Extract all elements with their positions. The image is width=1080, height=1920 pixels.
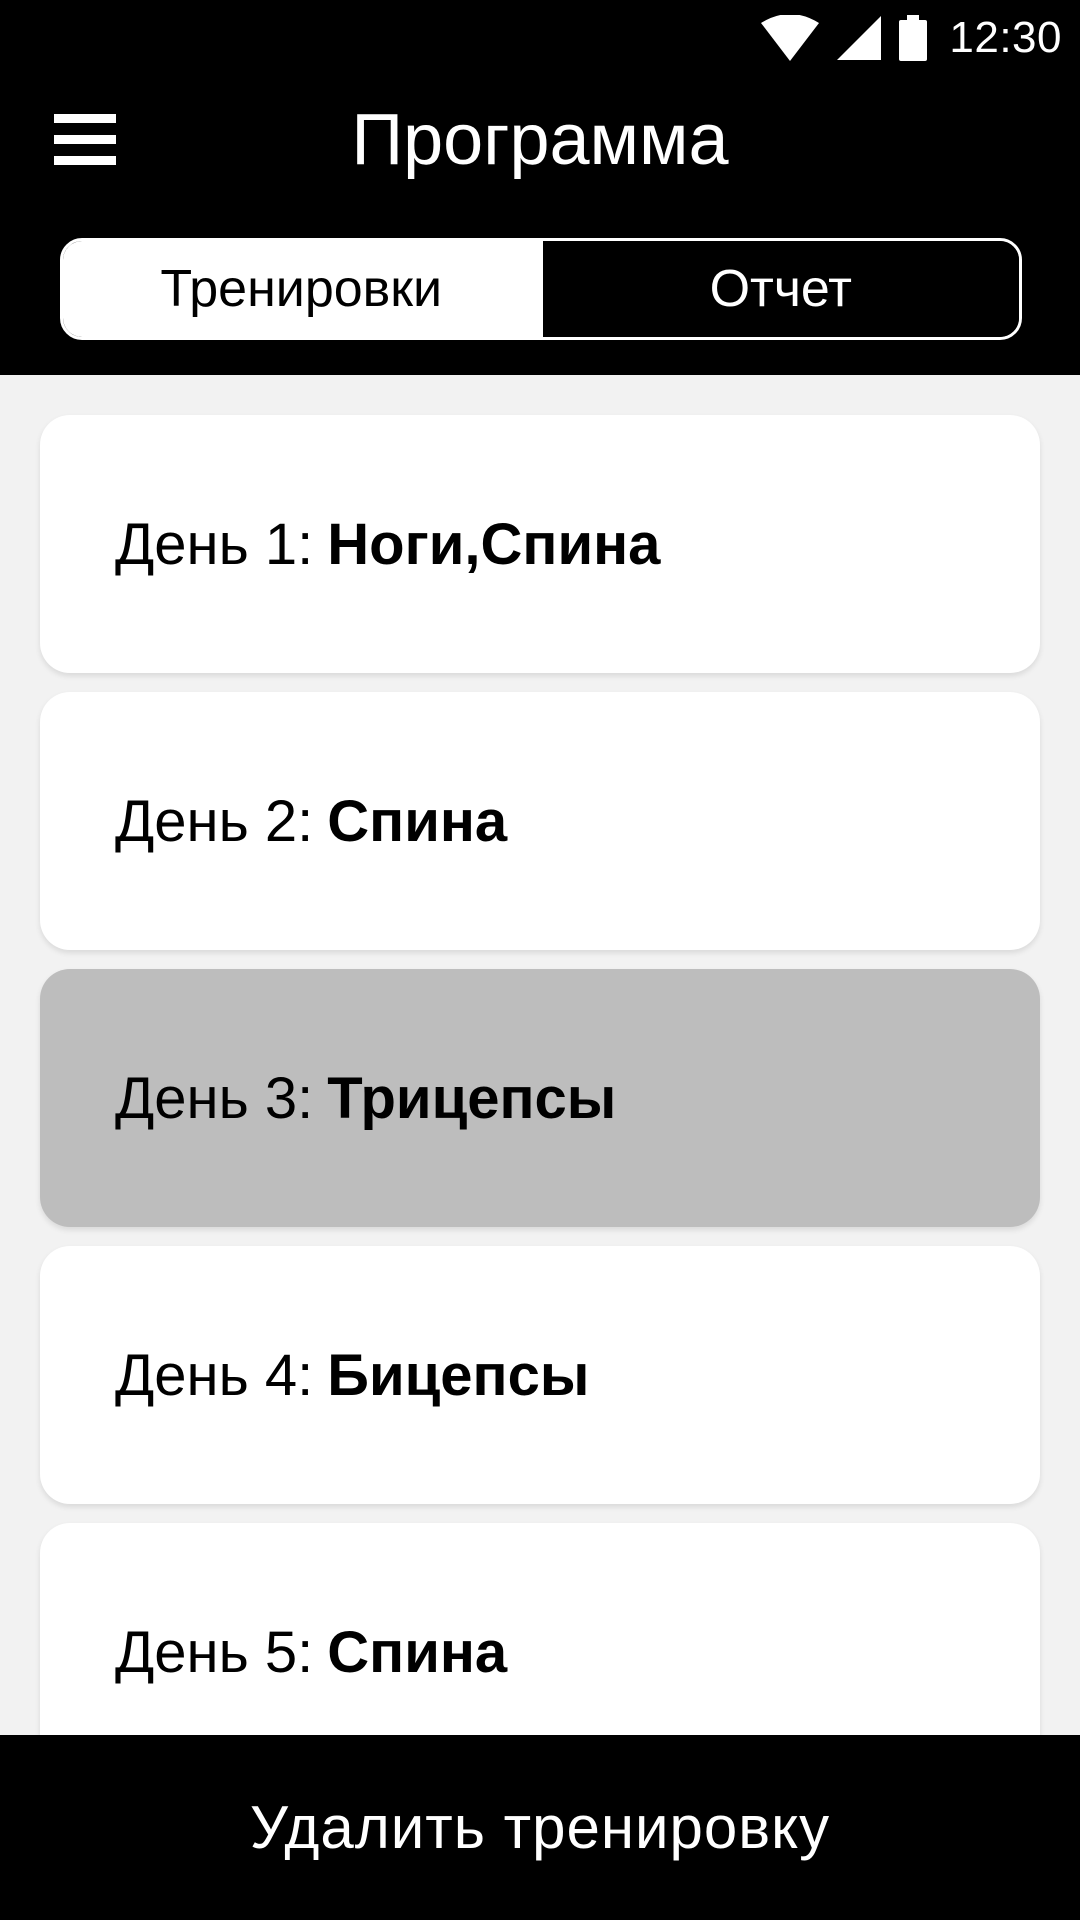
day-muscles: Ноги,Спина [327,511,661,577]
workout-day-card[interactable]: День 1: Ноги,Спина [40,415,1040,673]
day-label: День 2: [115,788,314,854]
delete-workout-button[interactable]: Удалить тренировку [0,1735,1080,1920]
workout-day-card[interactable]: День 4: Бицепсы [40,1246,1040,1504]
day-muscles: Спина [327,788,508,854]
cellular-signal-icon [837,15,882,60]
day-label: День 4: [115,1342,314,1408]
tab-workouts[interactable]: Тренировки [63,241,540,337]
day-label: День 1: [115,511,314,577]
workout-day-card[interactable]: День 2: Спина [40,692,1040,950]
tab-switcher: Тренировки Отчет [60,238,1022,340]
page-title: Программа [351,100,729,180]
workout-list: День 1: Ноги,Спина День 2: Спина День 3:… [0,375,1080,1735]
status-time: 12:30 [949,12,1062,62]
workout-day-card[interactable]: День 5: Спина [40,1523,1040,1735]
day-label: День 3: [115,1065,314,1131]
tab-report[interactable]: Отчет [539,241,1019,337]
workout-day-card-selected[interactable]: День 3: Трицепсы [40,969,1040,1227]
status-icons: 12:30 [761,0,1062,75]
day-label: День 5: [115,1619,314,1685]
battery-icon [899,14,928,61]
app-bar: Программа Тренировки Отчет [0,75,1080,375]
day-muscles: Спина [327,1619,508,1685]
day-muscles: Трицепсы [327,1065,617,1131]
wifi-icon [761,14,820,61]
day-muscles: Бицепсы [327,1342,590,1408]
status-bar: 12:30 [0,0,1080,75]
